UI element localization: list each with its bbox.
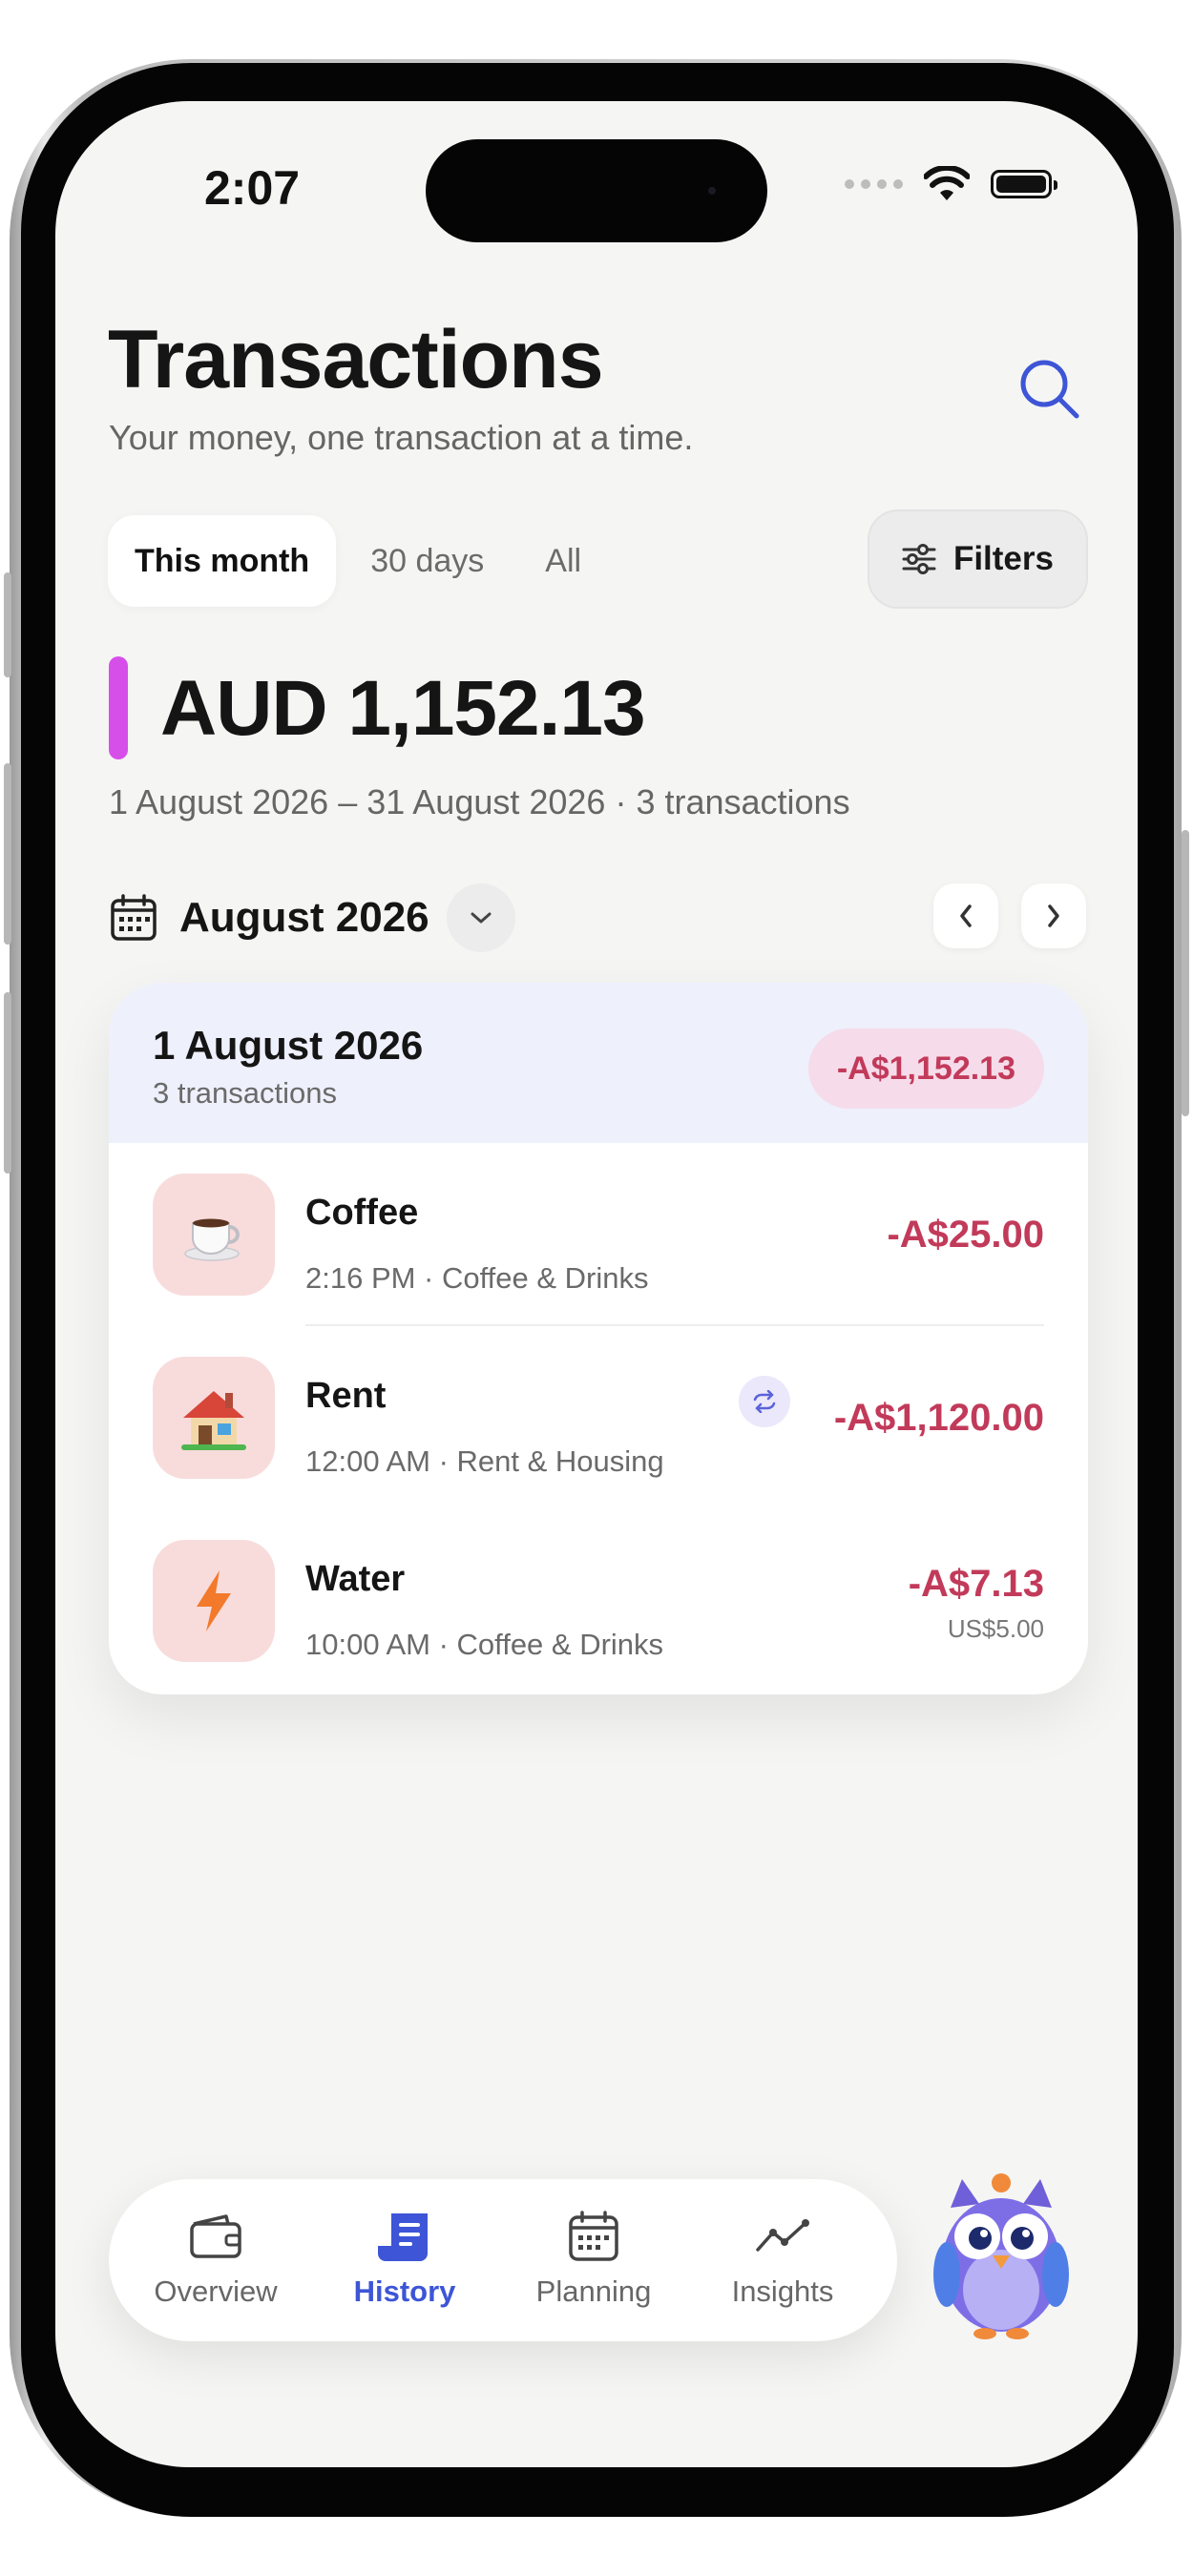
recurring-badge bbox=[739, 1376, 790, 1427]
month-selector[interactable]: August 2026 bbox=[109, 883, 515, 952]
day-title: 1 August 2026 bbox=[153, 1023, 424, 1068]
month-label: August 2026 bbox=[179, 894, 429, 941]
calendar-icon bbox=[569, 2211, 618, 2261]
transaction-row[interactable]: Coffee 2:16 PM · Coffee & Drinks -A$25.0… bbox=[109, 1143, 1088, 1326]
filters-button[interactable]: Filters bbox=[867, 509, 1088, 609]
app-screen: 2:07 Transactions Your money, one transa… bbox=[55, 101, 1138, 2467]
transaction-name: Water bbox=[305, 1559, 406, 1599]
side-button bbox=[1182, 830, 1189, 1116]
signal-icon bbox=[845, 179, 903, 189]
battery-icon bbox=[991, 170, 1057, 198]
tab-history[interactable]: History bbox=[319, 2208, 491, 2309]
transaction-original-amount: US$5.00 bbox=[947, 1614, 1044, 1643]
chevron-down-icon bbox=[471, 912, 492, 924]
transaction-row[interactable]: Rent 12:00 AM · Rent & Housing -A$1,120.… bbox=[109, 1326, 1088, 1509]
total-accent-bar bbox=[109, 656, 128, 759]
tab-this-month[interactable]: This month bbox=[108, 515, 337, 607]
transaction-amount: -A$25.00 bbox=[887, 1214, 1044, 1256]
transaction-amount: -A$7.13 bbox=[908, 1563, 1044, 1605]
bottom-tab-bar: Overview History Planning Insights bbox=[109, 2179, 897, 2341]
side-button bbox=[4, 992, 11, 1174]
sliders-icon bbox=[902, 544, 936, 574]
tab-30-days[interactable]: 30 days bbox=[344, 515, 511, 607]
side-button bbox=[4, 763, 11, 945]
dynamic-island bbox=[426, 139, 767, 242]
month-dropdown-button[interactable] bbox=[446, 883, 515, 952]
page-title: Transactions bbox=[108, 314, 604, 405]
day-transaction-count: 3 transactions bbox=[153, 1076, 337, 1110]
repeat-icon bbox=[753, 1390, 776, 1413]
previous-month-button[interactable] bbox=[933, 883, 998, 948]
calendar-icon bbox=[111, 894, 157, 941]
total-range: 1 August 2026 – 31 August 2026 · 3 trans… bbox=[109, 782, 850, 821]
transaction-meta: 10:00 AM · Coffee & Drinks bbox=[305, 1628, 664, 1661]
camera-dot bbox=[708, 187, 716, 195]
wallet-icon bbox=[190, 2214, 241, 2258]
tab-label: Insights bbox=[731, 2275, 834, 2308]
day-header: 1 August 2026 3 transactions -A$1,152.13 bbox=[109, 983, 1088, 1143]
transaction-name: Rent bbox=[305, 1376, 387, 1416]
owl-mascot-button[interactable] bbox=[930, 2170, 1073, 2351]
transaction-row[interactable]: Water 10:00 AM · Coffee & Drinks -A$7.13… bbox=[109, 1509, 1088, 1693]
coffee-cup-icon bbox=[153, 1174, 275, 1296]
tab-all[interactable]: All bbox=[518, 515, 608, 607]
trend-line-icon bbox=[756, 2219, 809, 2252]
transaction-meta: 12:00 AM · Rent & Housing bbox=[305, 1444, 664, 1478]
wifi-icon bbox=[924, 166, 970, 200]
status-time: 2:07 bbox=[204, 161, 301, 215]
search-button[interactable] bbox=[1012, 351, 1088, 427]
period-tabs: This month 30 days All bbox=[108, 515, 616, 607]
tab-label: Overview bbox=[154, 2275, 278, 2308]
page-subtitle: Your money, one transaction at a time. bbox=[109, 418, 694, 457]
next-month-button[interactable] bbox=[1021, 883, 1086, 948]
transaction-amount: -A$1,120.00 bbox=[833, 1397, 1044, 1439]
status-icons bbox=[845, 166, 1057, 202]
search-icon bbox=[1020, 360, 1079, 419]
filters-label: Filters bbox=[952, 540, 1054, 577]
tab-insights[interactable]: Insights bbox=[697, 2208, 869, 2309]
tab-overview[interactable]: Overview bbox=[130, 2208, 302, 2309]
side-button bbox=[4, 572, 11, 677]
total-amount: AUD 1,152.13 bbox=[160, 665, 646, 752]
day-group-card: 1 August 2026 3 transactions -A$1,152.13… bbox=[109, 983, 1088, 1694]
tab-label: History bbox=[353, 2275, 456, 2308]
lightning-icon bbox=[153, 1540, 275, 1662]
transaction-name: Coffee bbox=[305, 1193, 419, 1233]
owl-mascot-icon bbox=[933, 2173, 1069, 2339]
day-total-badge: -A$1,152.13 bbox=[807, 1028, 1044, 1109]
transaction-meta: 2:16 PM · Coffee & Drinks bbox=[305, 1261, 649, 1295]
tab-label: Planning bbox=[535, 2275, 652, 2308]
chevron-left-icon bbox=[960, 904, 972, 927]
tab-planning[interactable]: Planning bbox=[508, 2208, 680, 2309]
receipt-icon bbox=[378, 2213, 428, 2261]
chevron-right-icon bbox=[1048, 904, 1059, 927]
house-icon bbox=[153, 1357, 275, 1479]
